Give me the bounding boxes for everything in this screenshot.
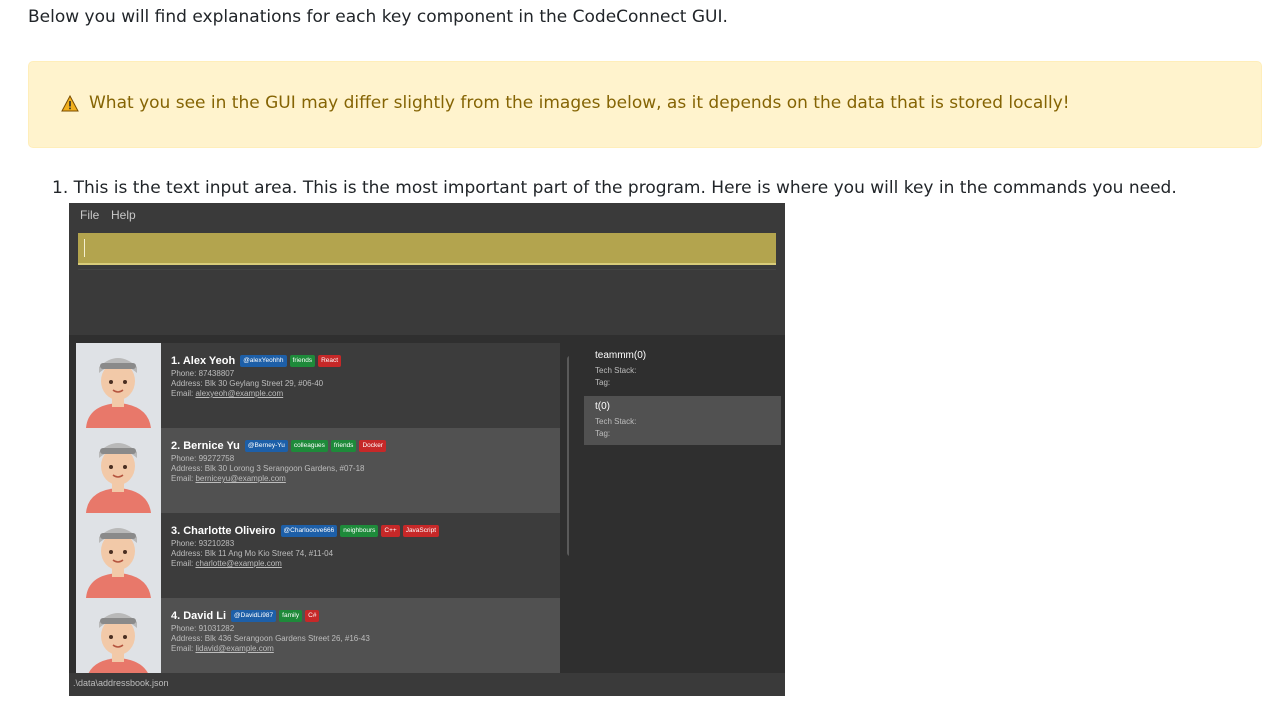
email-label: Email:	[171, 559, 196, 568]
tech-tag: React	[318, 355, 342, 367]
step-1-text: 1. This is the text input area. This is …	[52, 178, 1177, 198]
person-phone: Phone: 87438807	[171, 369, 235, 378]
tech-tag: C#	[305, 610, 320, 622]
team-list[interactable]: teammm(0) Tech Stack: Tag: t(0) Tech Sta…	[579, 341, 781, 673]
avatar-icon	[86, 358, 151, 428]
github-tag: @Charlooove666	[280, 525, 338, 537]
team-card[interactable]: teammm(0) Tech Stack: Tag:	[584, 345, 781, 394]
team-tech-stack: Tech Stack:	[595, 366, 637, 375]
group-tag: neighbours	[340, 525, 379, 537]
tech-tag: JavaScript	[402, 525, 440, 537]
text-caret	[84, 239, 85, 257]
email-label: Email:	[171, 389, 196, 398]
tech-tag: Docker	[359, 440, 387, 452]
warning-text: What you see in the GUI may differ sligh…	[89, 93, 1070, 113]
group-tag: colleagues	[290, 440, 328, 452]
person-name: 2. Bernice Yu	[171, 440, 240, 452]
team-name: t(0)	[595, 401, 610, 412]
avatar-icon	[86, 528, 151, 598]
team-name: teammm(0)	[595, 350, 647, 361]
person-name: 1. Alex Yeoh	[171, 355, 236, 367]
email-label: Email:	[171, 474, 196, 483]
result-display	[78, 269, 776, 331]
github-tag: @Berney-Yu	[244, 440, 288, 452]
lists-panel: 1. Alex Yeoh @alexYeohhh friends React P…	[69, 335, 785, 673]
app-screenshot: File Help 1. Alex Yeoh @alexYeohhh frien…	[69, 203, 785, 696]
github-tag: @alexYeohhh	[240, 355, 287, 367]
person-email-row: Email: alexyeoh@example.com	[171, 389, 341, 399]
person-email[interactable]: charlotte@example.com	[195, 559, 281, 568]
avatar	[76, 428, 161, 513]
person-phone: Phone: 99272758	[171, 454, 235, 463]
avatar	[76, 343, 161, 428]
team-card[interactable]: t(0) Tech Stack: Tag:	[584, 396, 781, 445]
tech-tag: C++	[381, 525, 400, 537]
person-name: 4. David Li	[171, 610, 227, 622]
team-tag: Tag:	[595, 378, 611, 387]
person-list-scrollbar[interactable]	[567, 356, 569, 556]
menu-bar: File Help	[69, 203, 785, 227]
team-tech-stack: Tech Stack:	[595, 417, 637, 426]
person-list[interactable]: 1. Alex Yeoh @alexYeohhh friends React P…	[76, 343, 569, 673]
status-bar: .\data\addressbook.json	[69, 673, 785, 696]
email-label: Email:	[171, 644, 196, 653]
intro-text: Below you will find explanations for eac…	[28, 7, 728, 27]
person-card[interactable]: 1. Alex Yeoh @alexYeohhh friends React P…	[76, 343, 560, 428]
warning-callout: What you see in the GUI may differ sligh…	[28, 61, 1262, 148]
group-tag: family	[279, 610, 303, 622]
person-email-row: Email: charlotte@example.com	[171, 559, 439, 569]
avatar-icon	[86, 443, 151, 513]
person-phone: Phone: 93210283	[171, 539, 235, 548]
avatar	[76, 598, 161, 673]
person-email[interactable]: lidavid@example.com	[195, 644, 273, 653]
person-email[interactable]: alexyeoh@example.com	[195, 389, 283, 398]
avatar-icon	[88, 613, 148, 673]
person-name: 3. Charlotte Oliveiro	[171, 525, 276, 537]
person-email-row: Email: lidavid@example.com	[171, 644, 370, 654]
group-tag: friends	[330, 440, 357, 452]
person-address: Address: Blk 436 Serangoon Gardens Stree…	[171, 634, 370, 643]
person-card[interactable]: 2. Bernice Yu @Berney-Yu colleagues frie…	[76, 428, 560, 513]
person-address: Address: Blk 30 Lorong 3 Serangoon Garde…	[171, 464, 365, 473]
person-card[interactable]: 4. David Li @DavidLi987 family C# Phone:…	[76, 598, 560, 673]
github-tag: @DavidLi987	[231, 610, 277, 622]
menu-file[interactable]: File	[80, 208, 99, 222]
person-address: Address: Blk 30 Geylang Street 29, #06-4…	[171, 379, 324, 388]
menu-help[interactable]: Help	[111, 208, 136, 222]
person-address: Address: Blk 11 Ang Mo Kio Street 74, #1…	[171, 549, 334, 558]
data-file-path: .\data\addressbook.json	[73, 678, 169, 688]
avatar	[76, 513, 161, 598]
team-tag: Tag:	[595, 429, 611, 438]
command-input[interactable]	[78, 233, 776, 265]
person-card[interactable]: 3. Charlotte Oliveiro @Charlooove666 nei…	[76, 513, 560, 598]
group-tag: friends	[289, 355, 316, 367]
person-email[interactable]: berniceyu@example.com	[195, 474, 285, 483]
warning-icon	[61, 95, 79, 112]
person-email-row: Email: berniceyu@example.com	[171, 474, 386, 484]
person-phone: Phone: 91031282	[171, 624, 235, 633]
